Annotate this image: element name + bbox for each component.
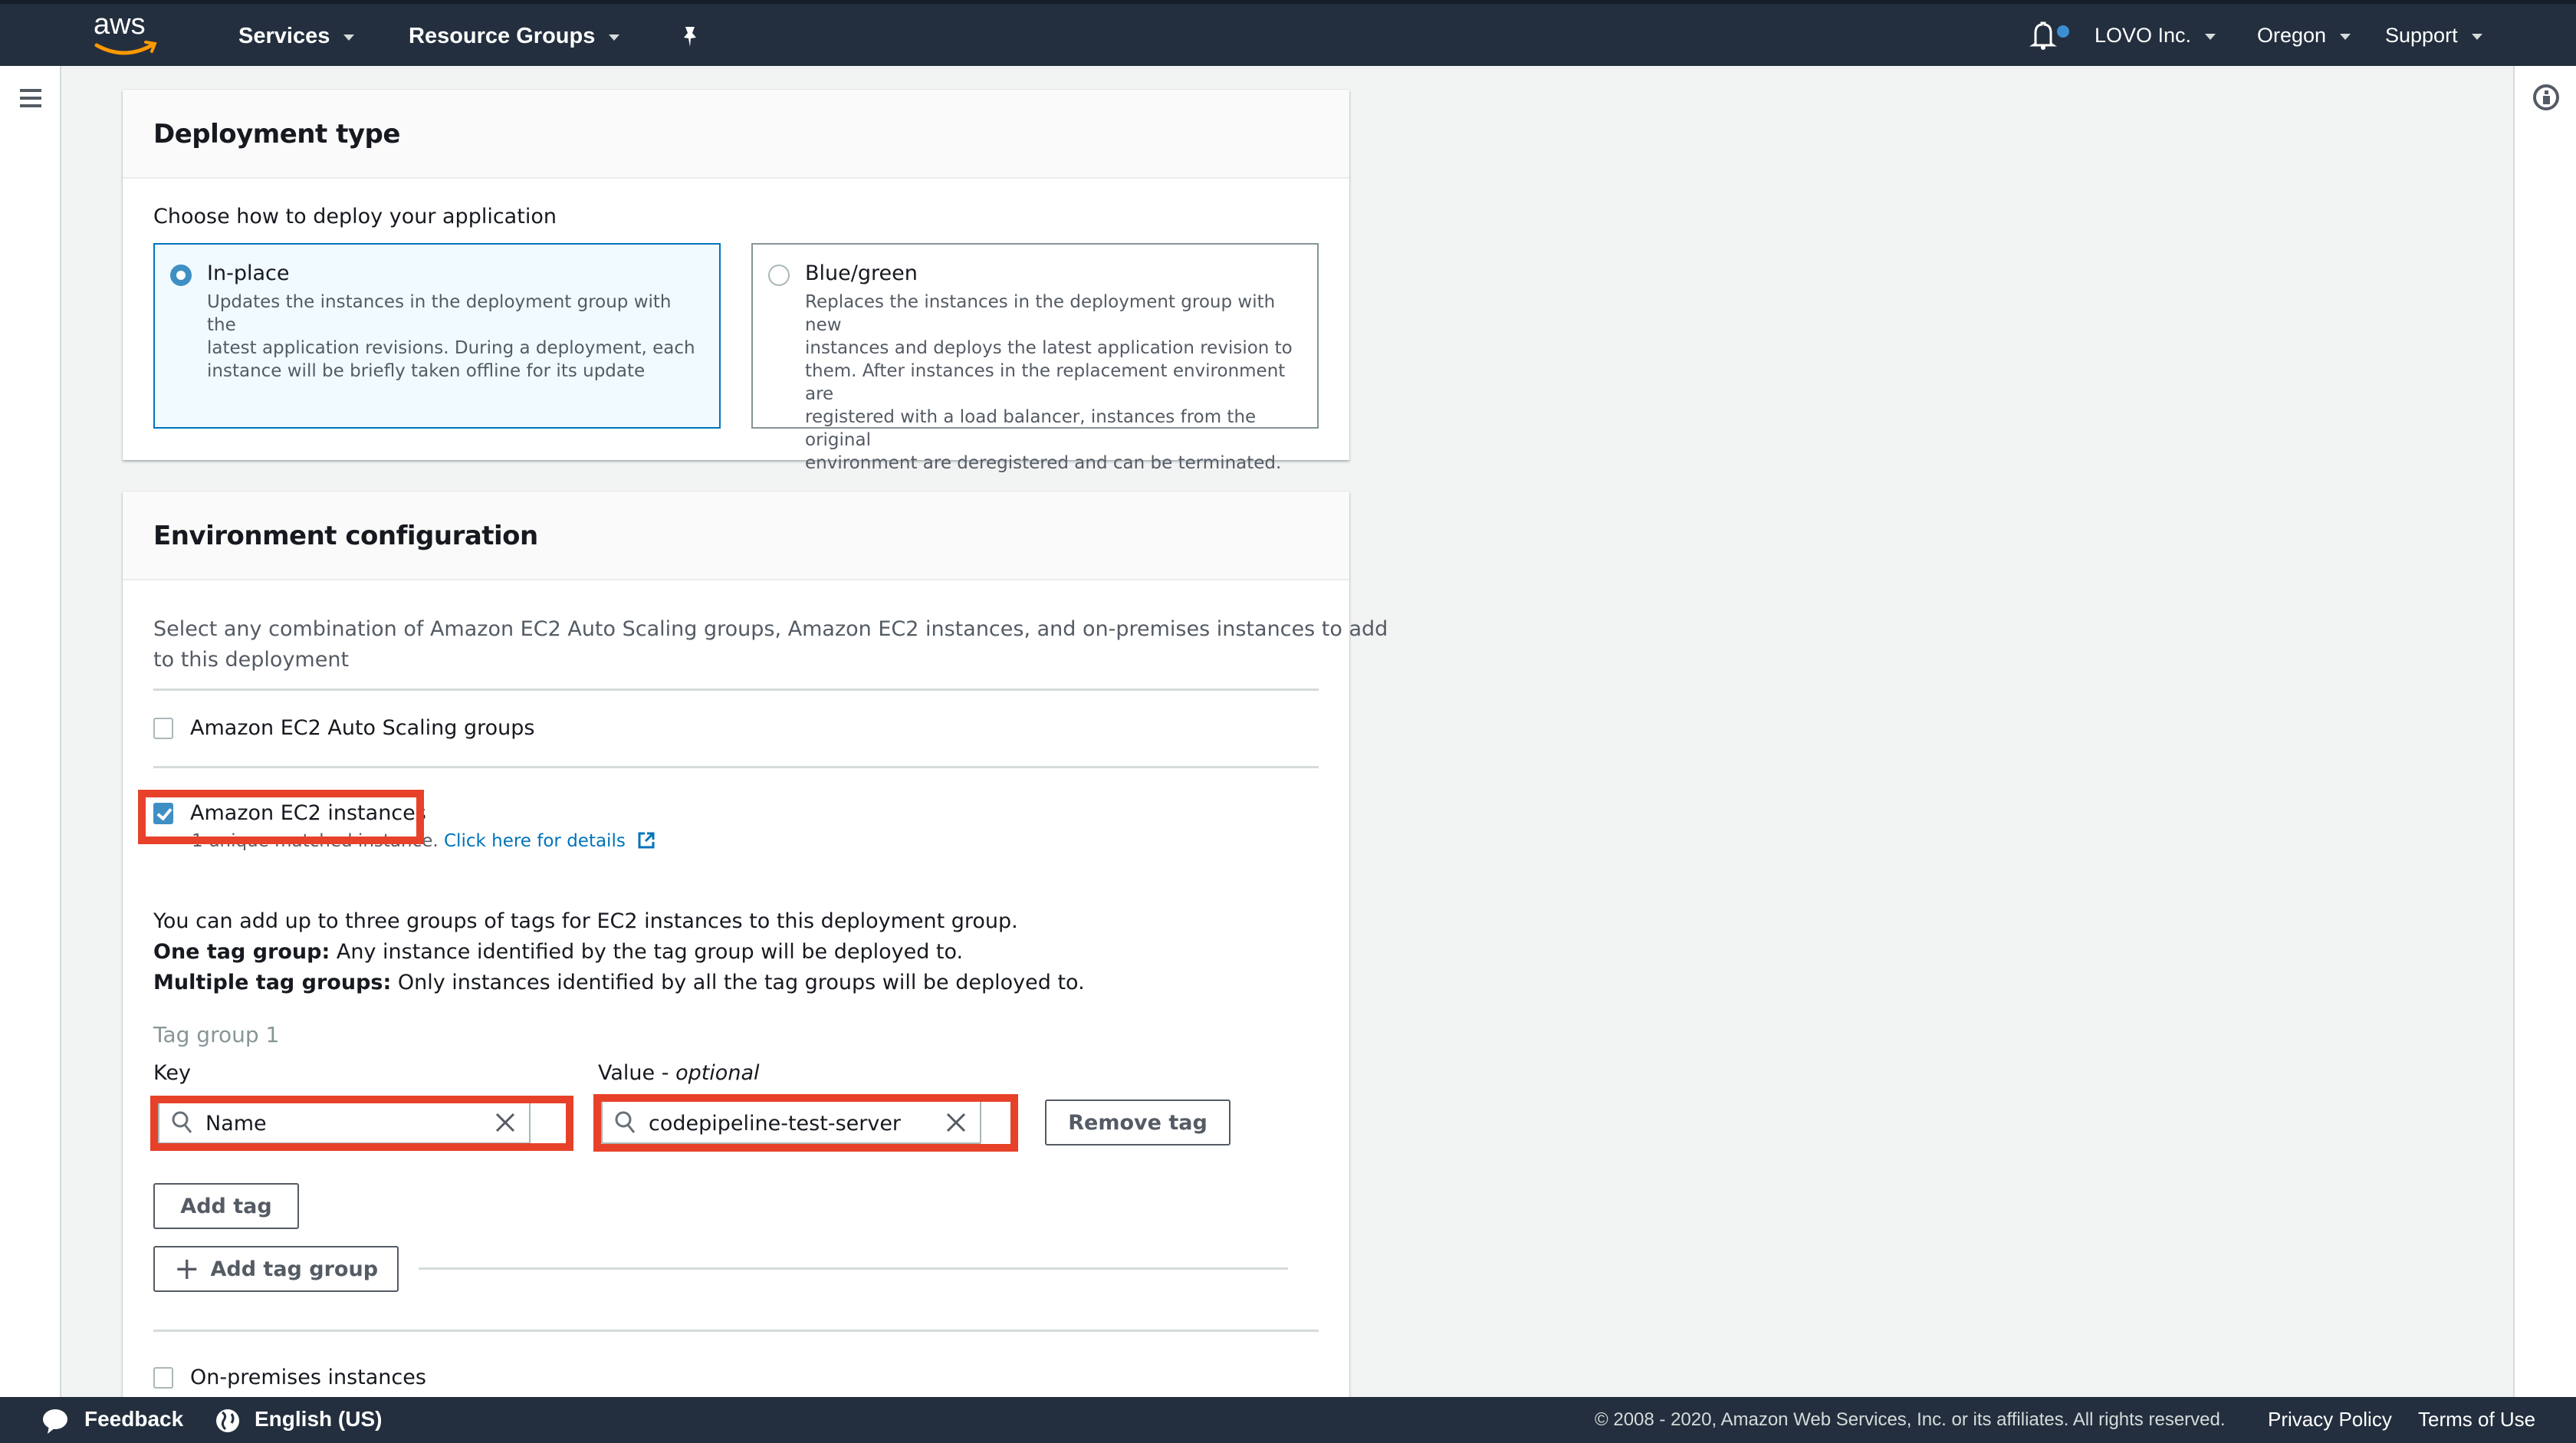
details-link[interactable]: Click here for details [444,831,626,851]
tag-group-title: Tag group 1 [153,1022,280,1047]
environment-configuration-card: Environment configuration Select any com… [123,491,1388,1412]
globe-icon [216,1409,239,1432]
copyright-text: © 2008 - 2020, Amazon Web Services, Inc.… [1595,1409,2226,1430]
in-place-option[interactable]: In-place Updates the instances in the de… [153,243,721,429]
notification-dot [2057,25,2069,38]
card-header: Environment configuration [123,491,1349,580]
terms-of-use-link[interactable]: Terms of Use [2418,1408,2535,1431]
card-title: Environment configuration [153,521,538,551]
on-premises-label[interactable]: On-premises instances [190,1366,426,1389]
top-navigation-bar: aws Services Resource Groups LOVO Inc. O… [0,0,2576,66]
option-description: Updates the instances in the deployment … [207,292,695,381]
auto-scaling-label[interactable]: Amazon EC2 Auto Scaling groups [190,716,535,740]
divider [153,689,1319,691]
card-header: Deployment type [123,90,1349,179]
add-tag-group-button[interactable]: + Add tag group [153,1246,399,1292]
highlight-annotation [150,1096,573,1151]
divider [153,766,1319,768]
privacy-policy-link[interactable]: Privacy Policy [2268,1408,2392,1431]
speech-bubble-icon [43,1409,67,1434]
highlight-annotation [138,790,424,844]
key-label: Key [153,1061,191,1085]
region-menu[interactable]: Oregon [2257,24,2351,48]
card-title: Deployment type [153,119,400,150]
environment-description: Select any combination of Amazon EC2 Aut… [153,617,1388,672]
chevron-down-icon [2340,33,2351,40]
add-tag-button[interactable]: Add tag [153,1183,299,1229]
info-icon[interactable] [2533,84,2559,110]
resource-groups-menu[interactable]: Resource Groups [409,24,620,49]
hamburger-menu-icon[interactable] [20,89,41,109]
option-label: In-place [207,261,290,285]
pin-icon[interactable] [681,25,699,51]
footer: Feedback English (US) © 2008 - 2020, Ama… [0,1397,2576,1443]
aws-smile-icon [94,41,157,55]
aws-logo[interactable]: aws [90,8,161,61]
option-description: Replaces the instances in the deployment… [805,292,1293,473]
tag-group-info: You can add up to three groups of tags f… [153,909,1085,994]
on-premises-checkbox[interactable] [153,1367,173,1389]
services-menu[interactable]: Services [238,24,355,49]
blue-green-option[interactable]: Blue/green Replaces the instances in the… [751,243,1319,473]
plus-icon: + [173,1251,200,1287]
chevron-down-icon [2205,33,2216,40]
deployment-type-card: Deployment type Choose how to deploy you… [123,90,1349,473]
divider [419,1267,1288,1270]
value-label: Value - optional [598,1061,760,1085]
support-menu[interactable]: Support [2385,24,2482,48]
notifications-bell-icon[interactable] [2028,21,2069,54]
chevron-down-icon [2471,33,2482,40]
radio-selected[interactable] [170,265,192,286]
option-label: Blue/green [805,261,918,285]
deployment-prompt: Choose how to deploy your application [153,205,557,228]
divider [153,1330,1319,1332]
help-panel-rail [2513,66,2576,1397]
chevron-down-icon [343,34,355,41]
remove-tag-button[interactable]: Remove tag [1045,1100,1230,1146]
chevron-down-icon [609,34,620,41]
highlight-annotation [593,1094,1018,1152]
left-sidebar [0,66,61,1397]
auto-scaling-checkbox[interactable] [153,718,173,739]
external-link-icon[interactable] [637,831,656,850]
radio-unselected[interactable] [768,265,790,286]
account-menu[interactable]: LOVO Inc. [2095,24,2216,48]
